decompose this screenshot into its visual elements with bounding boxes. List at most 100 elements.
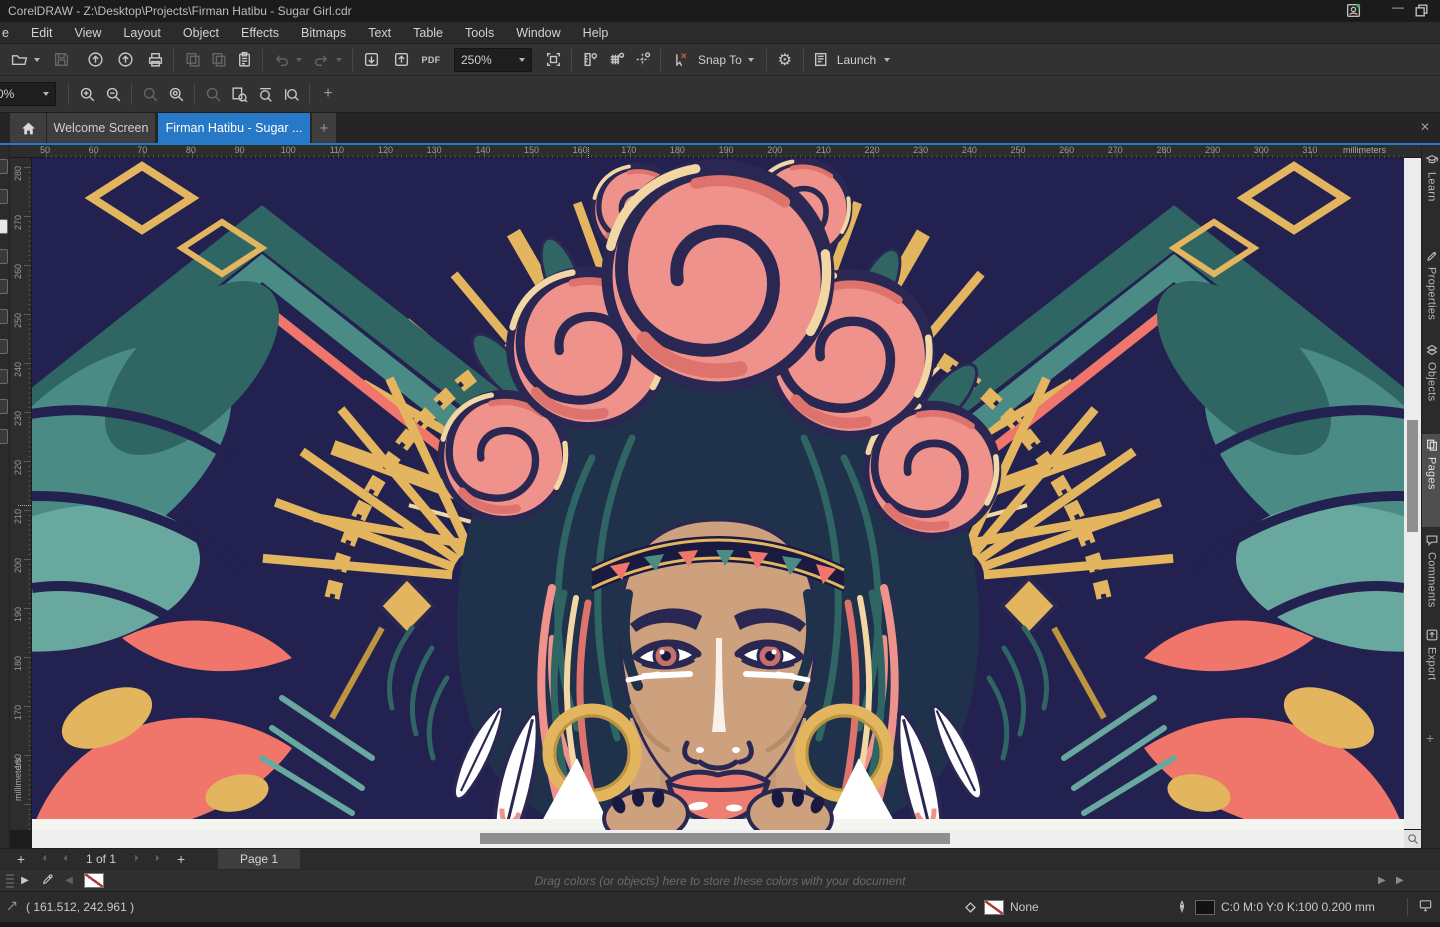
menu-item-text[interactable]: Text bbox=[357, 23, 402, 43]
v-ruler-label: 250 bbox=[13, 313, 23, 329]
fill-status[interactable]: None bbox=[963, 899, 1039, 915]
menu-item-e[interactable]: e bbox=[0, 23, 20, 43]
export-button[interactable] bbox=[388, 47, 414, 73]
minimize-button[interactable]: — bbox=[1385, 0, 1411, 14]
v-ruler-label: 210 bbox=[13, 509, 23, 525]
palette-expand-arrow[interactable]: ▶ bbox=[14, 875, 36, 886]
menu-item-tools[interactable]: Tools bbox=[454, 23, 505, 43]
snap-to-caret[interactable] bbox=[747, 57, 754, 62]
menu-item-edit[interactable]: Edit bbox=[20, 23, 64, 43]
close-document-icon[interactable]: ✕ bbox=[1420, 120, 1430, 134]
page-1-tab[interactable]: Page 1 bbox=[218, 848, 301, 870]
docker-tab-comments[interactable]: Comments bbox=[1422, 529, 1440, 622]
sync-up-icon[interactable] bbox=[82, 47, 108, 73]
sync-up2-icon[interactable] bbox=[112, 47, 138, 73]
launch-caret[interactable] bbox=[884, 57, 891, 62]
show-grid-button[interactable] bbox=[603, 47, 629, 73]
save-button[interactable] bbox=[48, 47, 74, 73]
tab-welcome-screen[interactable]: Welcome Screen bbox=[47, 113, 155, 143]
publish-pdf-button[interactable]: PDF bbox=[418, 47, 444, 73]
menu-item-window[interactable]: Window bbox=[505, 23, 571, 43]
add-page-button-right[interactable]: + bbox=[170, 851, 192, 867]
restore-button[interactable] bbox=[1413, 2, 1430, 22]
snap-off-button[interactable] bbox=[666, 47, 692, 73]
menu-item-object[interactable]: Object bbox=[172, 23, 230, 43]
redo-caret[interactable] bbox=[336, 57, 342, 62]
welcome-home-tab[interactable] bbox=[10, 113, 46, 143]
v-ruler-label: 200 bbox=[13, 558, 23, 574]
zoom-level-combo[interactable]: 250% bbox=[454, 47, 532, 72]
vertical-ruler[interactable]: 280 270 260 250 240 230 220 210 200 190 180 170 160 … bbox=[10, 158, 32, 830]
horizontal-ruler[interactable]: 50 60 70 80 90 100 110 120 130 140 150 160 170 180 190… bbox=[0, 145, 1440, 158]
show-rulers-button[interactable] bbox=[577, 47, 603, 73]
add-page-button-left[interactable]: + bbox=[10, 851, 32, 867]
docker-tab-export[interactable]: Export bbox=[1422, 624, 1440, 717]
show-guidelines-button[interactable] bbox=[629, 47, 655, 73]
eyedropper-icon[interactable] bbox=[36, 873, 58, 889]
vertical-scrollbar[interactable] bbox=[1404, 158, 1421, 829]
sugar-girl-illustration bbox=[32, 158, 1404, 863]
docker-tab-learn[interactable]: Learn bbox=[1422, 149, 1440, 242]
palette-drag-handle[interactable] bbox=[6, 873, 14, 888]
open-button[interactable] bbox=[6, 47, 32, 73]
options-gear-icon[interactable]: ⚙ bbox=[772, 47, 798, 73]
palette-scroll-right[interactable]: ▶ bbox=[1378, 875, 1386, 886]
zoom-out-button[interactable] bbox=[100, 81, 126, 107]
launch-icon[interactable] bbox=[809, 47, 835, 73]
next-page-button[interactable] bbox=[126, 852, 148, 867]
add-property-button[interactable]: + bbox=[315, 81, 341, 107]
palette-scroll-left[interactable]: ◀ bbox=[58, 875, 80, 886]
monitor-icon[interactable] bbox=[1418, 898, 1433, 916]
menu-item-layout[interactable]: Layout bbox=[112, 23, 172, 43]
open-caret[interactable] bbox=[34, 57, 40, 62]
menu-item-bitmaps[interactable]: Bitmaps bbox=[290, 23, 357, 43]
undo-caret[interactable] bbox=[296, 57, 302, 62]
import-button[interactable] bbox=[358, 47, 384, 73]
new-document-tab-button[interactable]: + bbox=[312, 113, 336, 143]
menu-item-view[interactable]: View bbox=[64, 23, 113, 43]
zoom-to-selected-button[interactable] bbox=[163, 81, 189, 107]
first-page-button[interactable] bbox=[32, 852, 54, 867]
none-color-swatch[interactable] bbox=[84, 873, 104, 888]
horizontal-scrollbar-thumb[interactable] bbox=[480, 833, 950, 844]
account-icon[interactable] bbox=[1345, 2, 1362, 22]
palette-scroll-end[interactable]: ▶ bbox=[1396, 875, 1404, 886]
paste-button[interactable] bbox=[231, 47, 257, 73]
canvas-artwork[interactable] bbox=[32, 158, 1404, 863]
last-page-button[interactable] bbox=[148, 852, 170, 867]
zoom-to-all-button[interactable] bbox=[200, 81, 226, 107]
zoom-to-width-button[interactable] bbox=[252, 81, 278, 107]
undo-button[interactable] bbox=[268, 47, 294, 73]
copy-button[interactable] bbox=[205, 47, 231, 73]
h-ruler-label: 170 bbox=[621, 145, 637, 155]
tab-document-active[interactable]: Firman Hatibu - Sugar ... bbox=[158, 113, 310, 143]
menu-item-table[interactable]: Table bbox=[402, 23, 454, 43]
title-bar: CorelDRAW - Z:\Desktop\Projects\Firman H… bbox=[0, 0, 1440, 22]
v-ruler-unit: millimeters bbox=[13, 758, 23, 802]
scroll-corner-zoom-button[interactable] bbox=[1404, 830, 1421, 848]
redo-button[interactable] bbox=[308, 47, 334, 73]
horizontal-scrollbar[interactable] bbox=[32, 830, 1404, 848]
fullscreen-preview-button[interactable] bbox=[540, 47, 566, 73]
launch-label[interactable]: Launch bbox=[837, 53, 876, 67]
menu-item-help[interactable]: Help bbox=[572, 23, 620, 43]
zoom-to-height-button[interactable] bbox=[278, 81, 304, 107]
docker-tab-pages[interactable]: Pages bbox=[1422, 434, 1440, 527]
snap-to-label[interactable]: Snap To bbox=[698, 53, 742, 67]
zoom-levels-combo[interactable]: 0% bbox=[0, 82, 56, 106]
zoom-to-page-button[interactable] bbox=[226, 81, 252, 107]
docker-strip: Learn Properties Objects Pages Comments … bbox=[1421, 145, 1440, 848]
fill-value: None bbox=[1010, 900, 1039, 914]
zoom-one-to-one-button[interactable] bbox=[137, 81, 163, 107]
previous-page-button[interactable] bbox=[54, 852, 76, 867]
outline-status[interactable]: C:0 M:0 Y:0 K:100 0.200 mm bbox=[1175, 899, 1375, 915]
zoom-in-button[interactable] bbox=[74, 81, 100, 107]
menu-item-effects[interactable]: Effects bbox=[230, 23, 290, 43]
docker-tab-objects[interactable]: Objects bbox=[1422, 339, 1440, 432]
docker-tab-properties[interactable]: Properties bbox=[1422, 244, 1440, 337]
cut-button[interactable] bbox=[179, 47, 205, 73]
h-ruler-label: 270 bbox=[1107, 145, 1123, 155]
add-docker-button[interactable]: + bbox=[1426, 730, 1434, 746]
print-button[interactable] bbox=[142, 47, 168, 73]
vertical-scrollbar-thumb[interactable] bbox=[1407, 420, 1418, 532]
